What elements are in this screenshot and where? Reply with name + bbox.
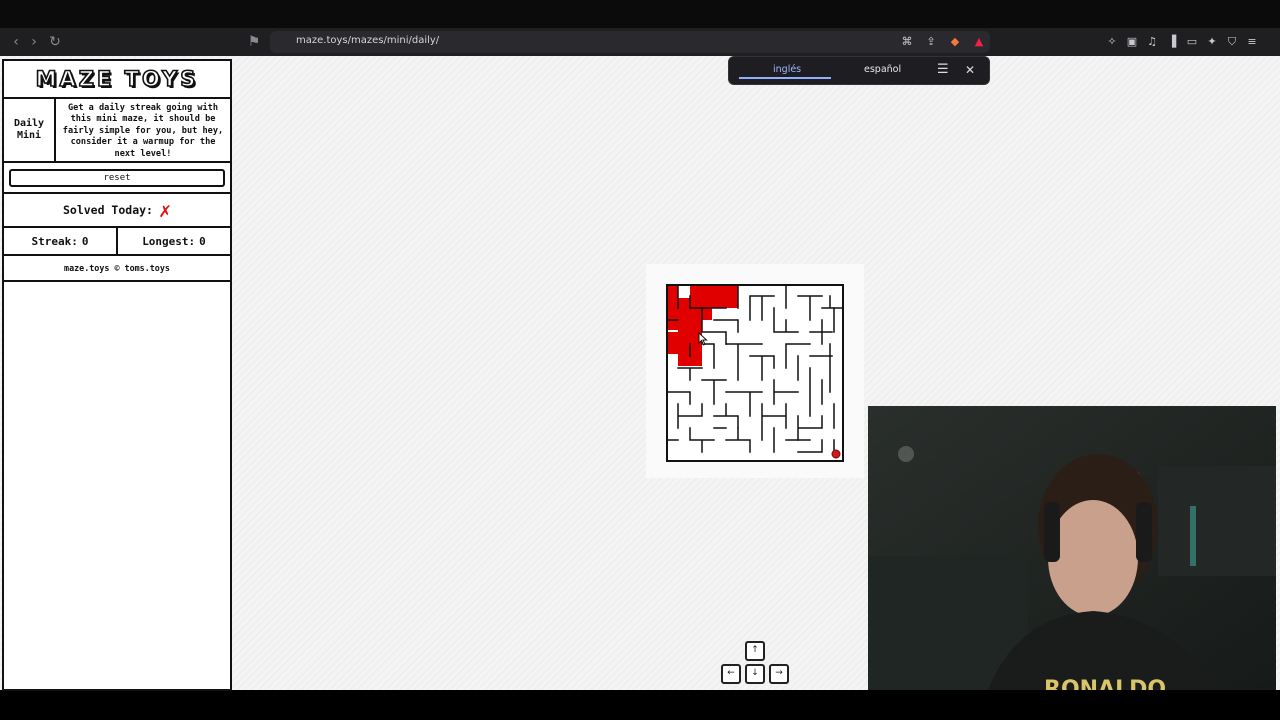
active-tab-indicator [739, 77, 831, 79]
longest-stat: Longest: 0 [118, 228, 230, 254]
bookmark-icon[interactable]: ⚑ [244, 32, 264, 52]
wallet-icon[interactable]: ▭ [1184, 33, 1200, 51]
maze-board[interactable] [666, 284, 844, 462]
path-segment [668, 320, 678, 330]
webcam-overlay: RONALDO [868, 406, 1276, 690]
toolbar-right-icons: ✧ ▣ ♫ ▐ ▭ ✦ ⛉ ≡ [1104, 33, 1260, 51]
arrow-down-key[interactable]: ↓ [745, 664, 765, 684]
not-solved-icon: ✗ [158, 198, 172, 222]
reload-icon[interactable]: ↻ [45, 32, 65, 52]
streak-label: Streak: [31, 234, 78, 248]
tab-target-language[interactable]: español [864, 64, 901, 75]
screenshot-icon[interactable]: ▣ [1124, 33, 1140, 51]
shield-icon[interactable]: ◆ [946, 33, 964, 51]
reset-row: reset [4, 163, 230, 194]
goal-dot [831, 449, 841, 459]
sidebar-panel: MAZE TOYS Daily Mini Get a daily streak … [2, 59, 232, 691]
shirt-text: RONALDO [1044, 677, 1166, 690]
rewards-icon[interactable]: ▲ [970, 33, 988, 51]
tab-source-language[interactable]: inglés [773, 64, 801, 75]
streak-stats: Streak: 0 Longest: 0 [4, 228, 230, 256]
arrow-right-key[interactable]: → [769, 664, 789, 684]
face [1048, 500, 1138, 616]
mode-info: Daily Mini Get a daily streak going with… [4, 99, 230, 163]
streak-value: 0 [81, 234, 89, 248]
longest-value: 0 [199, 234, 206, 248]
solved-status: Solved Today: ✗ [4, 194, 230, 228]
address-bar-actions: ⌘ ⇪ ◆ ▲ [898, 33, 988, 51]
media-icon[interactable]: ♫ [1144, 33, 1160, 51]
streak-stat: Streak: 0 [4, 228, 118, 254]
headphones [1044, 502, 1060, 562]
webcam-feed: RONALDO [868, 406, 1276, 690]
mode-description: Get a daily streak going with this mini … [62, 103, 224, 159]
mode-title: Daily Mini [4, 99, 56, 161]
path-segment [668, 310, 702, 320]
os-top-bar [0, 0, 1280, 28]
forward-icon[interactable]: › [24, 32, 44, 52]
assistant-icon[interactable]: ✦ [1204, 33, 1220, 51]
arrow-left-key[interactable]: ← [721, 664, 741, 684]
bottom-black-bar [0, 690, 1280, 720]
logo[interactable]: MAZE TOYS [4, 61, 230, 99]
credit-link[interactable]: maze.toys © toms.toys [4, 256, 230, 282]
solved-label: Solved Today: [62, 203, 153, 217]
back-icon[interactable]: ‹ [6, 32, 26, 52]
extensions-icon[interactable]: ✧ [1104, 33, 1120, 51]
close-icon[interactable]: ✕ [965, 63, 975, 77]
arrow-up-key[interactable]: ↑ [745, 641, 765, 661]
menu-icon[interactable]: ≡ [1244, 33, 1260, 51]
hamburger-menu-icon[interactable]: ☰ [937, 62, 949, 77]
share-icon[interactable]: ⇪ [922, 33, 940, 51]
vpn-icon[interactable]: ⛉ [1224, 33, 1240, 51]
translate-popup: inglés español ☰ ✕ [728, 56, 990, 85]
reset-button[interactable]: reset [9, 168, 225, 187]
mouse-cursor-icon [698, 332, 708, 346]
sidebar-icon[interactable]: ▐ [1164, 33, 1180, 51]
longest-label: Longest: [142, 234, 196, 248]
address-bar-url[interactable]: maze.toys/mazes/mini/daily/ [296, 35, 439, 46]
translate-icon[interactable]: ⌘ [898, 33, 916, 51]
